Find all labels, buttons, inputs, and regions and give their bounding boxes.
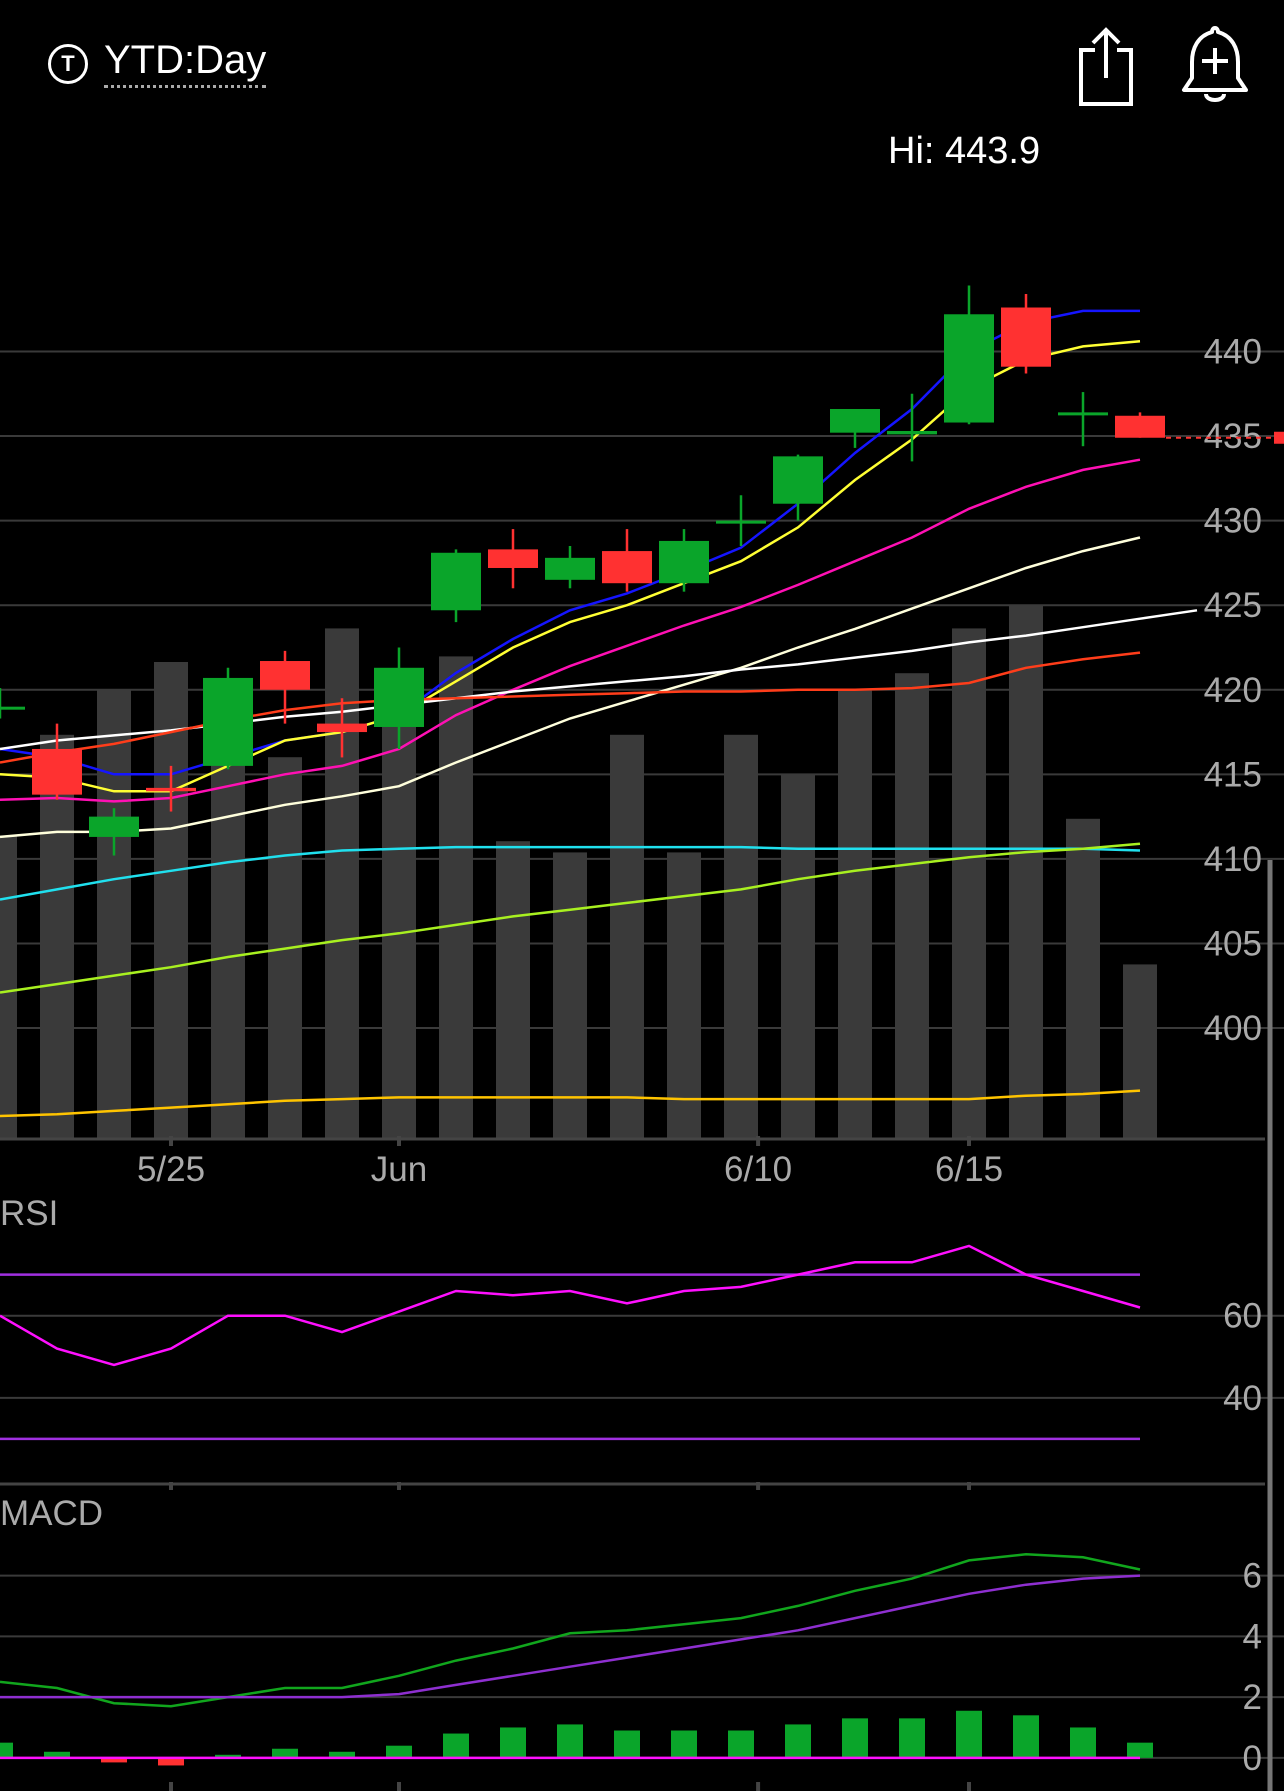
macd-histogram-bar — [1013, 1715, 1039, 1758]
candle-body — [1115, 415, 1165, 438]
macd-histogram-bar — [899, 1718, 925, 1758]
macd-histogram-bar — [785, 1724, 811, 1758]
volume-bar — [553, 852, 587, 1138]
candle-body — [203, 677, 253, 766]
macd-histogram-bar — [386, 1745, 412, 1758]
candle-body — [659, 540, 709, 584]
macd-histogram-bar — [956, 1710, 982, 1758]
macd-histogram-bar — [443, 1733, 469, 1758]
date-tick-label: 6/10 — [724, 1150, 792, 1189]
rsi-tick-label: 60 — [1223, 1297, 1262, 1336]
volume-bar — [439, 656, 473, 1138]
price-tick-label: 410 — [1204, 840, 1262, 879]
volume-bar — [781, 774, 815, 1138]
price-tick-label: 435 — [1204, 417, 1262, 456]
candle-body — [260, 661, 310, 690]
candle-body — [488, 549, 538, 568]
macd-histogram-bar — [1127, 1742, 1153, 1758]
price-tick-label: 405 — [1204, 924, 1262, 963]
candle-body — [374, 667, 424, 727]
candle-body — [431, 552, 481, 611]
macd-histogram-bar — [728, 1730, 754, 1758]
candle-body — [773, 456, 823, 504]
candle-body — [716, 520, 766, 524]
macd-histogram-bar — [272, 1748, 298, 1758]
candle-body — [1058, 412, 1108, 416]
macd-histogram-bar — [0, 1742, 13, 1758]
volume-bar — [724, 734, 758, 1138]
candle-body — [602, 551, 652, 584]
price-tick-label: 420 — [1204, 671, 1262, 710]
candle-body — [89, 816, 139, 837]
rsi-panel-title: RSI — [0, 1194, 58, 1233]
candle-body — [32, 748, 82, 795]
volume-bar — [838, 690, 872, 1138]
date-tick-label: 5/25 — [137, 1150, 205, 1189]
candle-body — [1001, 307, 1051, 367]
macd-histogram-bar — [842, 1718, 868, 1758]
macd-tick-label: 0 — [1243, 1739, 1262, 1778]
macd-tick-label: 4 — [1243, 1617, 1262, 1656]
price-tick-label: 400 — [1204, 1009, 1262, 1048]
macd-histogram-bar — [500, 1727, 526, 1758]
price-tick-label: 415 — [1204, 755, 1262, 794]
rsi-tick-label: 40 — [1223, 1379, 1262, 1418]
macd-histogram-bar — [671, 1730, 697, 1758]
volume-bar — [895, 673, 929, 1138]
macd-tick-label: 2 — [1243, 1678, 1262, 1717]
volume-bar — [496, 841, 530, 1138]
candle-body — [944, 314, 994, 423]
volume-bar — [610, 734, 644, 1138]
macd-line — [0, 1553, 1141, 1708]
date-tick-label: 6/15 — [935, 1150, 1003, 1189]
candle-body — [830, 408, 880, 433]
volume-bar — [952, 628, 986, 1138]
candle-body — [146, 787, 196, 792]
price-tick-label: 430 — [1204, 502, 1262, 541]
price-tick-label: 440 — [1204, 332, 1262, 371]
macd-histogram-bar — [557, 1724, 583, 1758]
last-price-marker — [1274, 431, 1284, 444]
rsi-line — [0, 1244, 1141, 1367]
volume-bar — [97, 690, 131, 1138]
macd-histogram-bar — [614, 1730, 640, 1758]
candle-body — [317, 723, 367, 733]
volume-bar — [0, 835, 17, 1138]
candle-body — [545, 557, 595, 580]
price-tick-label: 425 — [1204, 586, 1262, 625]
volume-bar — [382, 701, 416, 1138]
volume-bar — [1066, 818, 1100, 1138]
date-tick-label: Jun — [371, 1150, 427, 1189]
stock-chart[interactable]: 4404354304254204154104054005/25 Jun 6/10 6/… — [0, 0, 1284, 1791]
volume-bar — [1009, 606, 1043, 1138]
macd-histogram-bar — [1070, 1727, 1096, 1758]
candle-body — [887, 430, 937, 435]
candle-body — [0, 706, 25, 710]
macd-tick-label: 6 — [1243, 1557, 1262, 1596]
volume-bar — [1123, 964, 1157, 1138]
macd-panel-title: MACD — [0, 1494, 103, 1533]
